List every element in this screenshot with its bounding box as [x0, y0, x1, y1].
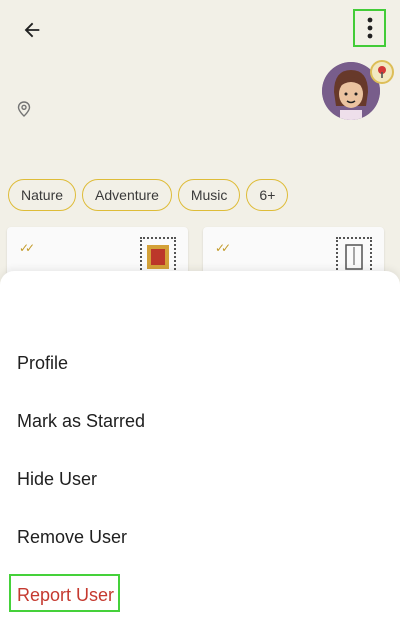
menu-item-report-user[interactable]: Report User: [17, 584, 114, 606]
menu-item-remove-user[interactable]: Remove User: [17, 526, 127, 548]
menu-item-profile[interactable]: Profile: [17, 352, 68, 374]
menu-item-hide-user[interactable]: Hide User: [17, 468, 97, 490]
menu-item-mark-as-starred[interactable]: Mark as Starred: [17, 410, 145, 432]
